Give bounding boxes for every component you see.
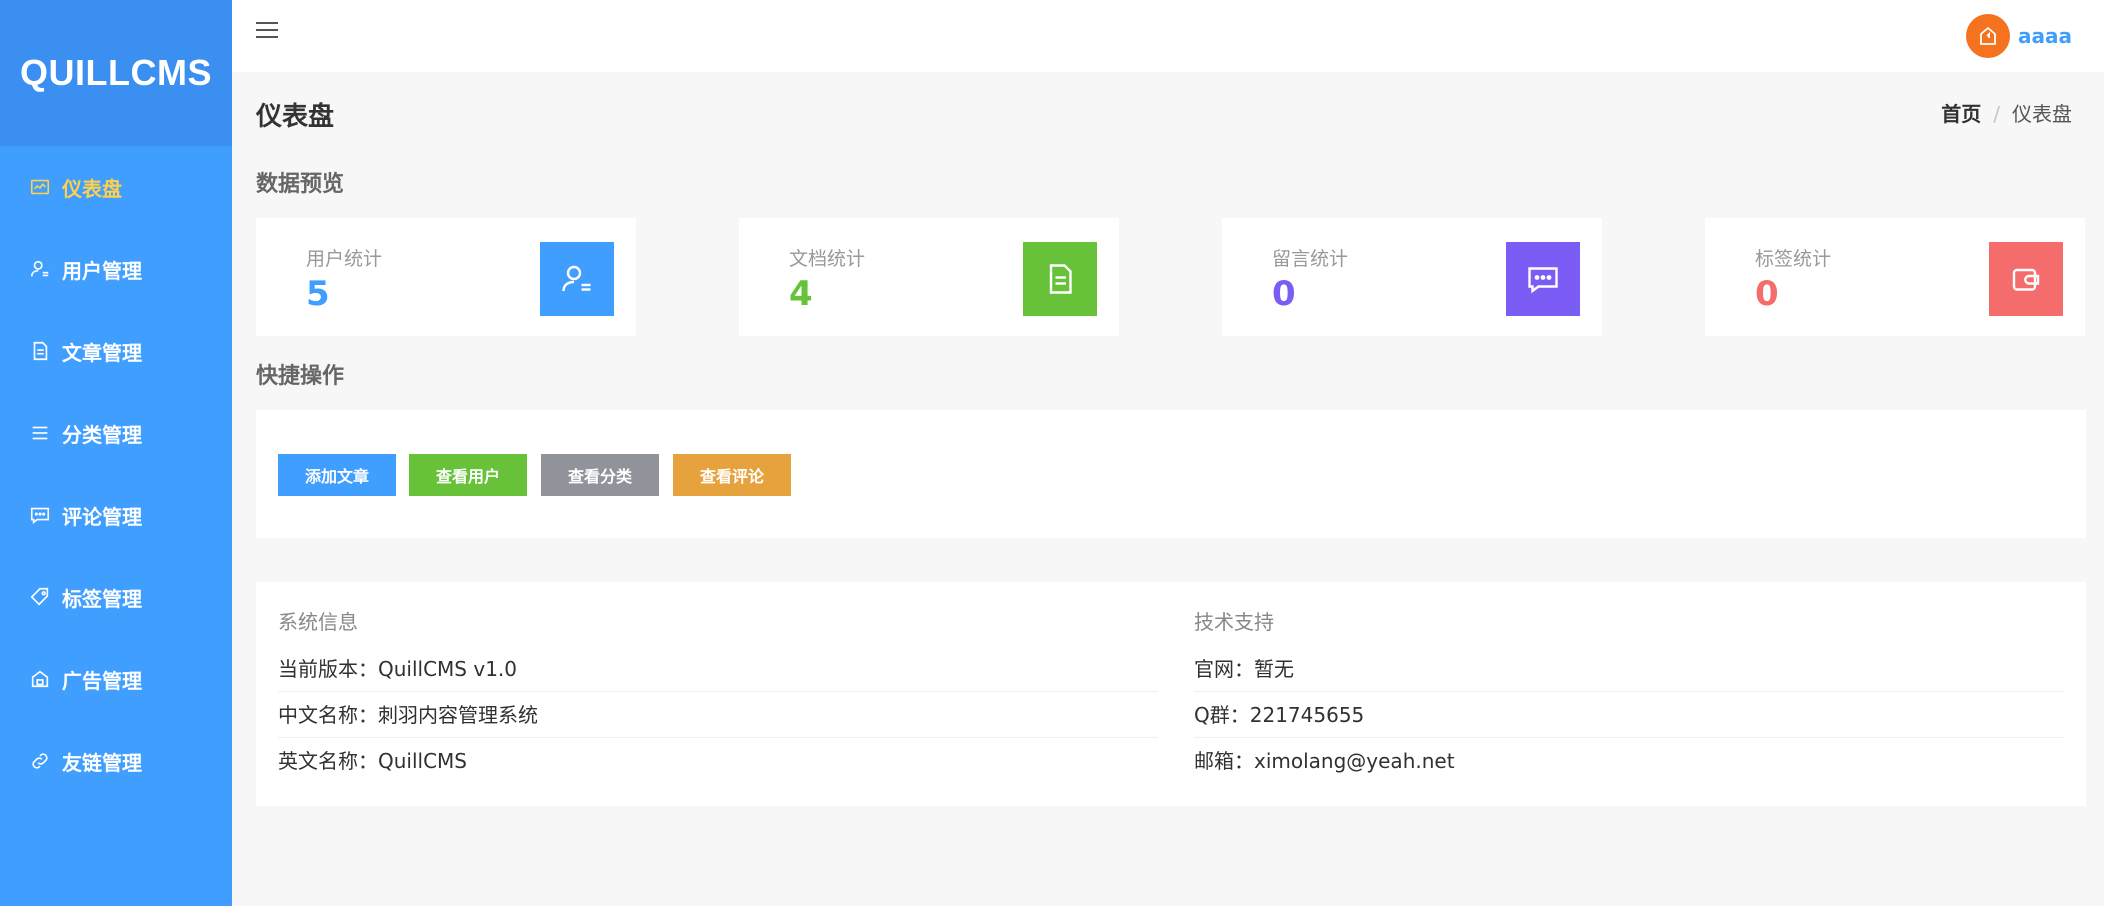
document-icon xyxy=(1023,242,1097,316)
stat-card-users[interactable]: 用户统计 5 xyxy=(256,218,636,336)
sidebar-item-label: 广告管理 xyxy=(62,668,142,693)
avatar[interactable] xyxy=(1966,14,2011,58)
message-icon xyxy=(1506,242,1580,316)
quick-actions-title: 快捷操作 xyxy=(256,364,345,389)
support-info-row: Q群：221745655 xyxy=(1194,692,2064,738)
stat-label: 用户统计 xyxy=(306,248,383,270)
sidebar: QUILLCMS 仪表盘 用户管理 文章管理 分类管理 评论管理 标签管理 广告… xyxy=(0,0,232,906)
sidebar-item-label: 标签管理 xyxy=(62,586,142,611)
sidebar-item-label: 评论管理 xyxy=(62,504,142,529)
system-info-row: 英文名称：QuillCMS xyxy=(278,749,468,773)
system-info-row: 当前版本：QuillCMS v1.0 xyxy=(278,646,1158,692)
page-title: 仪表盘 xyxy=(256,102,335,132)
sidebar-item-label: 分类管理 xyxy=(62,422,142,447)
sidebar-item-categories[interactable]: 分类管理 xyxy=(0,392,232,474)
sidebar-item-ads[interactable]: 广告管理 xyxy=(0,638,232,720)
user-icon xyxy=(540,242,614,316)
sidebar-item-label: 文章管理 xyxy=(62,340,142,365)
add-article-button[interactable]: 添加文章 xyxy=(278,454,396,496)
stat-value: 4 xyxy=(789,274,813,314)
tech-support-title: 技术支持 xyxy=(1194,610,1274,634)
menu-toggle-icon[interactable] xyxy=(256,22,278,44)
breadcrumb-current: 仪表盘 xyxy=(2012,102,2072,126)
comment-icon xyxy=(28,503,52,527)
quick-actions-panel: 添加文章 查看用户 查看分类 查看评论 xyxy=(256,410,2086,538)
sidebar-item-dashboard[interactable]: 仪表盘 xyxy=(0,146,232,228)
list-icon xyxy=(28,421,52,445)
dashboard-icon xyxy=(28,175,52,199)
username[interactable]: aaaa xyxy=(2018,24,2072,48)
info-panel: 系统信息 当前版本：QuillCMS v1.0 中文名称：刺羽内容管理系统 英文… xyxy=(256,582,2086,806)
link-icon xyxy=(28,749,52,773)
system-info-row: 中文名称：刺羽内容管理系统 xyxy=(278,692,1158,738)
system-info-title: 系统信息 xyxy=(278,610,358,634)
stat-label: 标签统计 xyxy=(1755,248,1832,270)
breadcrumb-home[interactable]: 首页 xyxy=(1941,102,1981,126)
stat-value: 0 xyxy=(1755,274,1779,314)
logo[interactable]: QUILLCMS xyxy=(0,0,232,146)
support-info-row: 官网：暂无 xyxy=(1194,646,2064,692)
stat-label: 文档统计 xyxy=(789,248,866,270)
user-icon xyxy=(28,257,52,281)
stat-value: 0 xyxy=(1272,274,1296,314)
tag-icon xyxy=(28,585,52,609)
top-header: aaaa xyxy=(232,0,2104,72)
user-menu[interactable]: aaaa xyxy=(1966,14,2072,58)
breadcrumb-separator: / xyxy=(1993,102,2000,126)
sidebar-item-links[interactable]: 友链管理 xyxy=(0,720,232,802)
sidebar-item-label: 友链管理 xyxy=(62,750,142,775)
overview-title: 数据预览 xyxy=(256,172,345,197)
view-users-button[interactable]: 查看用户 xyxy=(409,454,527,496)
sidebar-item-articles[interactable]: 文章管理 xyxy=(0,310,232,392)
sidebar-item-users[interactable]: 用户管理 xyxy=(0,228,232,310)
document-icon xyxy=(28,339,52,363)
stat-card-tags[interactable]: 标签统计 0 xyxy=(1705,218,2085,336)
support-info-row: 邮箱：ximolang@yeah.net xyxy=(1194,749,1455,773)
wallet-icon xyxy=(1989,242,2063,316)
stat-card-documents[interactable]: 文档统计 4 xyxy=(739,218,1119,336)
sidebar-item-label: 用户管理 xyxy=(62,258,142,283)
breadcrumb: 首页 / 仪表盘 xyxy=(1941,98,2072,127)
sidebar-menu: 仪表盘 用户管理 文章管理 分类管理 评论管理 标签管理 广告管理 友链管理 xyxy=(0,146,232,802)
stat-label: 留言统计 xyxy=(1272,248,1349,270)
ad-icon xyxy=(28,667,52,691)
stat-value: 5 xyxy=(306,274,330,314)
sidebar-item-tags[interactable]: 标签管理 xyxy=(0,556,232,638)
sidebar-item-comments[interactable]: 评论管理 xyxy=(0,474,232,556)
view-categories-button[interactable]: 查看分类 xyxy=(541,454,659,496)
sidebar-item-label: 仪表盘 xyxy=(62,176,122,201)
logo-text: QUILLCMS xyxy=(20,52,212,93)
view-comments-button[interactable]: 查看评论 xyxy=(673,454,791,496)
stat-card-messages[interactable]: 留言统计 0 xyxy=(1222,218,1602,336)
